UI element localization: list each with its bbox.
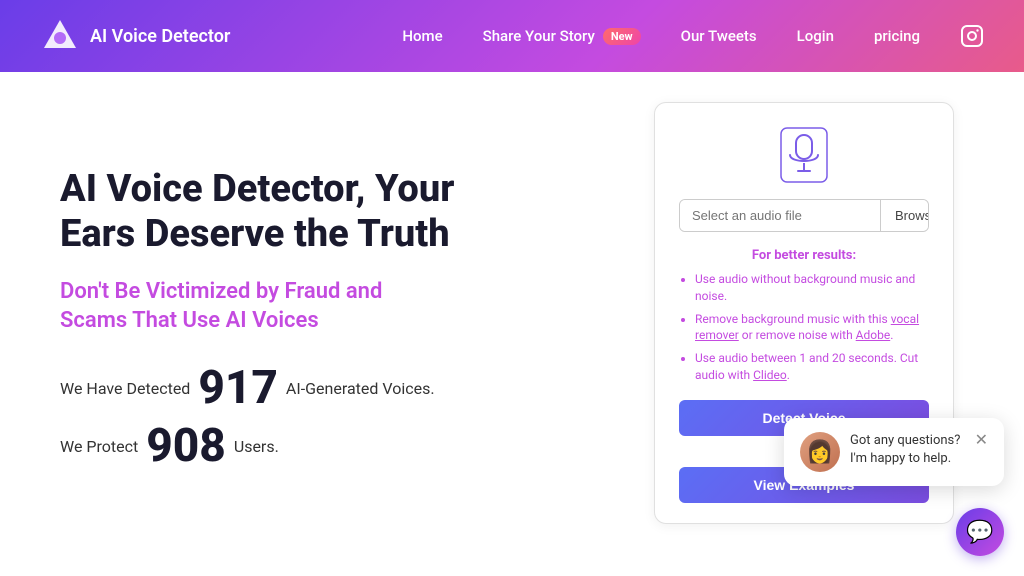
tip-3: Use audio between 1 and 20 seconds. Cut …	[695, 350, 929, 384]
clideo-link[interactable]: Clideo	[753, 368, 787, 382]
tip-1: Use audio without background music and n…	[695, 271, 929, 305]
new-badge: New	[603, 28, 641, 45]
main-content: AI Voice Detector, Your Ears Deserve the…	[0, 72, 1024, 576]
file-input-row[interactable]: Browse	[679, 199, 929, 232]
stat-detected-prefix: We Have Detected	[60, 379, 190, 398]
tips-section: For better results: Use audio without ba…	[679, 248, 929, 384]
nav-share-story[interactable]: Share Your Story New	[483, 27, 641, 45]
logo-text: AI Voice Detector	[90, 26, 230, 47]
logo-icon	[40, 16, 80, 56]
adobe-link[interactable]: Adobe	[856, 328, 891, 342]
browse-button[interactable]: Browse	[880, 200, 929, 231]
stat-detected-number: 917	[198, 365, 278, 411]
chat-widget: 👩 Got any questions? I'm happy to help. …	[956, 508, 1004, 556]
stat-detected-suffix: AI-Generated Voices.	[286, 379, 435, 398]
nav-share-story-label[interactable]: Share Your Story	[483, 27, 595, 45]
stat-users-number: 908	[146, 423, 226, 469]
tip-2: Remove background music with this vocal …	[695, 311, 929, 345]
main-title: AI Voice Detector, Your Ears Deserve the…	[60, 167, 524, 258]
mic-icon-area	[679, 127, 929, 183]
tips-title: For better results:	[679, 248, 929, 263]
file-input[interactable]	[680, 200, 880, 231]
nav-our-tweets[interactable]: Our Tweets	[681, 27, 757, 45]
chat-bubble-header: 👩 Got any questions? I'm happy to help. …	[800, 432, 988, 472]
chat-message: Got any questions? I'm happy to help.	[850, 432, 965, 468]
chat-trigger-button[interactable]: 💬	[956, 508, 1004, 556]
nav-home[interactable]: Home	[402, 27, 442, 45]
main-nav: Home Share Your Story New Our Tweets Log…	[402, 24, 984, 48]
stat-users-suffix: Users.	[234, 437, 279, 456]
subtitle: Don't Be Victimized by Fraud and Scams T…	[60, 278, 524, 335]
nav-pricing[interactable]: pricing	[874, 27, 920, 45]
logo-area: AI Voice Detector	[40, 16, 230, 56]
left-panel: AI Voice Detector, Your Ears Deserve the…	[0, 72, 584, 576]
chat-trigger-icon: 💬	[966, 520, 993, 545]
chat-avatar: 👩	[800, 432, 840, 472]
stat-users: We Protect 908 Users.	[60, 423, 524, 469]
instagram-icon[interactable]	[960, 24, 984, 48]
header: AI Voice Detector Home Share Your Story …	[0, 0, 1024, 72]
right-panel: Browse For better results: Use audio wit…	[584, 72, 1024, 576]
chat-close-button[interactable]: ✕	[975, 432, 988, 448]
tips-list: Use audio without background music and n…	[679, 271, 929, 384]
stat-users-prefix: We Protect	[60, 437, 138, 456]
stat-detected: We Have Detected 917 AI-Generated Voices…	[60, 365, 524, 411]
microphone-icon	[780, 127, 828, 183]
chat-bubble: 👩 Got any questions? I'm happy to help. …	[784, 418, 1004, 486]
nav-login[interactable]: Login	[797, 27, 834, 45]
avatar-face: 👩	[806, 440, 833, 465]
